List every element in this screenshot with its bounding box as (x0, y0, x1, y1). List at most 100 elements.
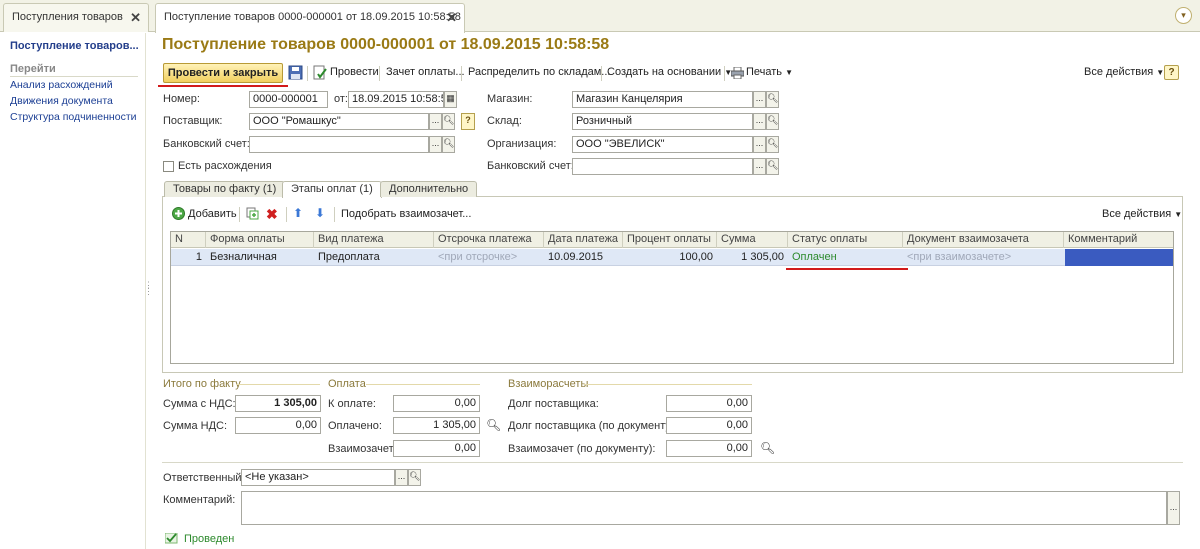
paid-field[interactable]: 1 305,00 (393, 417, 480, 434)
ellipsis-button[interactable]: ... (753, 136, 766, 153)
save-icon[interactable] (288, 65, 303, 80)
tab-payment-stages[interactable]: Этапы оплат (1) (282, 181, 382, 198)
cell-n[interactable]: 1 (171, 250, 206, 266)
tab-additional[interactable]: Дополнительно (380, 181, 478, 197)
toolbar-separator (239, 207, 240, 222)
all-actions-button[interactable]: Все действия ▼ (1084, 66, 1164, 78)
search-icon[interactable]: 🔍︎ (766, 158, 779, 175)
add-icon[interactable] (172, 207, 185, 220)
search-icon[interactable]: 🔍︎ (766, 91, 779, 108)
cell-payment-status[interactable]: Оплачен (788, 250, 903, 266)
column-header-payment-status[interactable]: Статус оплаты (788, 232, 903, 248)
post-button[interactable]: Провести (330, 66, 379, 78)
move-up-icon[interactable]: ⬆ (293, 206, 303, 220)
tab-receipt-document[interactable]: Поступление товаров 0000-000001 от 18.09… (155, 3, 465, 33)
vat-sum-field[interactable]: 0,00 (235, 417, 321, 434)
date-field[interactable]: 18.09.2015 10:58:58 (348, 91, 444, 108)
column-header-offset-document[interactable]: Документ взаимозачета (903, 232, 1064, 248)
supplier-debt-field[interactable]: 0,00 (666, 395, 752, 412)
nav-link-subordination-structure[interactable]: Структура подчиненности (10, 111, 137, 123)
offset-doc-field[interactable]: 0,00 (666, 440, 752, 457)
move-down-icon[interactable]: ⬇ (315, 206, 325, 220)
payment-offset-button[interactable]: Зачет оплаты... (386, 66, 465, 78)
responsible-field[interactable]: <Не указан> (241, 469, 395, 486)
store-field[interactable]: Магазин Канцелярия (572, 91, 753, 108)
section-divider (366, 384, 480, 385)
chevron-down-icon: ▼ (785, 68, 794, 77)
cell-payment-type[interactable]: Предоплата (314, 250, 434, 266)
warehouse-field[interactable]: Розничный (572, 113, 753, 130)
delete-icon[interactable]: ✖ (266, 206, 278, 223)
tab-receipts-list[interactable]: Поступления товаров ✕ (3, 3, 149, 32)
column-header-n[interactable]: N (171, 232, 206, 248)
search-icon[interactable]: 🔍︎ (442, 113, 455, 130)
search-icon[interactable]: 🔍︎ (766, 136, 779, 153)
cell-payment-percent[interactable]: 100,00 (623, 250, 717, 266)
post-and-close-button[interactable]: Провести и закрыть (163, 63, 283, 83)
comment-textarea[interactable] (241, 491, 1167, 525)
ellipsis-button[interactable]: ... (1167, 491, 1180, 525)
help-icon[interactable]: ? (461, 113, 475, 130)
discrepancy-checkbox[interactable] (163, 161, 174, 172)
cell-comment[interactable] (1065, 249, 1173, 266)
to-pay-label: К оплате: (328, 398, 376, 410)
column-header-sum[interactable]: Сумма (717, 232, 788, 248)
calendar-icon[interactable]: ▦ (444, 91, 457, 108)
magnifier-icon[interactable]: 🔍︎ (486, 418, 501, 432)
search-icon[interactable]: 🔍︎ (766, 113, 779, 130)
copy-icon[interactable] (246, 207, 259, 220)
ellipsis-button[interactable]: ... (429, 136, 442, 153)
ellipsis-button[interactable]: ... (753, 91, 766, 108)
panel-splitter-handle[interactable]: ⋮ ⋮ (144, 281, 153, 304)
nav-link-document-movements[interactable]: Движения документа (10, 95, 113, 107)
close-icon[interactable]: ✕ (446, 4, 457, 31)
close-icon[interactable]: ✕ (130, 4, 141, 31)
pick-offset-button[interactable]: Подобрать взаимозачет... (341, 208, 471, 220)
tab-goods-by-fact[interactable]: Товары по факту (1) (164, 181, 286, 197)
org-bank-account-field[interactable] (572, 158, 753, 175)
column-header-payment-percent[interactable]: Процент оплаты (623, 232, 717, 248)
ellipsis-button[interactable]: ... (395, 469, 408, 486)
cell-payment-form[interactable]: Безналичная (206, 250, 314, 266)
ellipsis-button[interactable]: ... (753, 113, 766, 130)
post-document-icon[interactable] (313, 65, 327, 80)
tabs-menu-chevron-icon[interactable]: ▾ (1175, 7, 1192, 24)
organization-field[interactable]: ООО "ЭВЕЛИСК" (572, 136, 753, 153)
distribute-to-warehouses-button[interactable]: Распределить по складам... (468, 66, 610, 78)
magnifier-icon[interactable]: 🔍︎ (760, 441, 775, 455)
supplier-debt-doc-field[interactable]: 0,00 (666, 417, 752, 434)
section-divider (584, 384, 752, 385)
toolbar-separator (307, 66, 308, 81)
cell-sum[interactable]: 1 305,00 (717, 250, 788, 266)
all-actions-label: Все действия (1084, 66, 1154, 78)
ellipsis-button[interactable]: ... (429, 113, 442, 130)
print-button[interactable]: Печать ▼ (746, 66, 793, 78)
search-icon[interactable]: 🔍︎ (442, 136, 455, 153)
column-header-payment-date[interactable]: Дата платежа (544, 232, 623, 248)
cell-payment-date[interactable]: 10.09.2015 (544, 250, 623, 266)
column-header-payment-form[interactable]: Форма оплаты (206, 232, 314, 248)
nav-link-discrepancy-analysis[interactable]: Анализ расхождений (10, 79, 113, 91)
column-header-comment[interactable]: Комментарий (1064, 232, 1173, 248)
table-all-actions-button[interactable]: Все действия ▼ (1102, 208, 1182, 220)
section-divider (236, 384, 320, 385)
supplier-label: Поставщик: (163, 115, 223, 127)
column-header-payment-type[interactable]: Вид платежа (314, 232, 434, 248)
column-header-payment-delay[interactable]: Отсрочка платежа (434, 232, 544, 248)
nav-panel-title[interactable]: Поступление товаров... (10, 40, 139, 52)
to-pay-field[interactable]: 0,00 (393, 395, 480, 412)
search-icon[interactable]: 🔍︎ (408, 469, 421, 486)
create-based-on-button[interactable]: Создать на основании ▼ (607, 66, 732, 78)
offset-field[interactable]: 0,00 (393, 440, 480, 457)
number-field[interactable]: 0000-000001 (249, 91, 328, 108)
toolbar-separator (334, 207, 335, 222)
cell-offset-document[interactable]: <при взаимозачете> (903, 250, 1064, 266)
ellipsis-button[interactable]: ... (753, 158, 766, 175)
cell-payment-delay[interactable]: <при отсрочке> (434, 250, 544, 266)
printer-icon[interactable] (730, 66, 745, 80)
bank-account-field[interactable] (249, 136, 429, 153)
add-row-button[interactable]: Добавить (188, 208, 237, 220)
help-icon[interactable]: ? (1164, 65, 1179, 80)
supplier-field[interactable]: ООО "Ромашкус" (249, 113, 429, 130)
sum-with-vat-field[interactable]: 1 305,00 (235, 395, 321, 412)
